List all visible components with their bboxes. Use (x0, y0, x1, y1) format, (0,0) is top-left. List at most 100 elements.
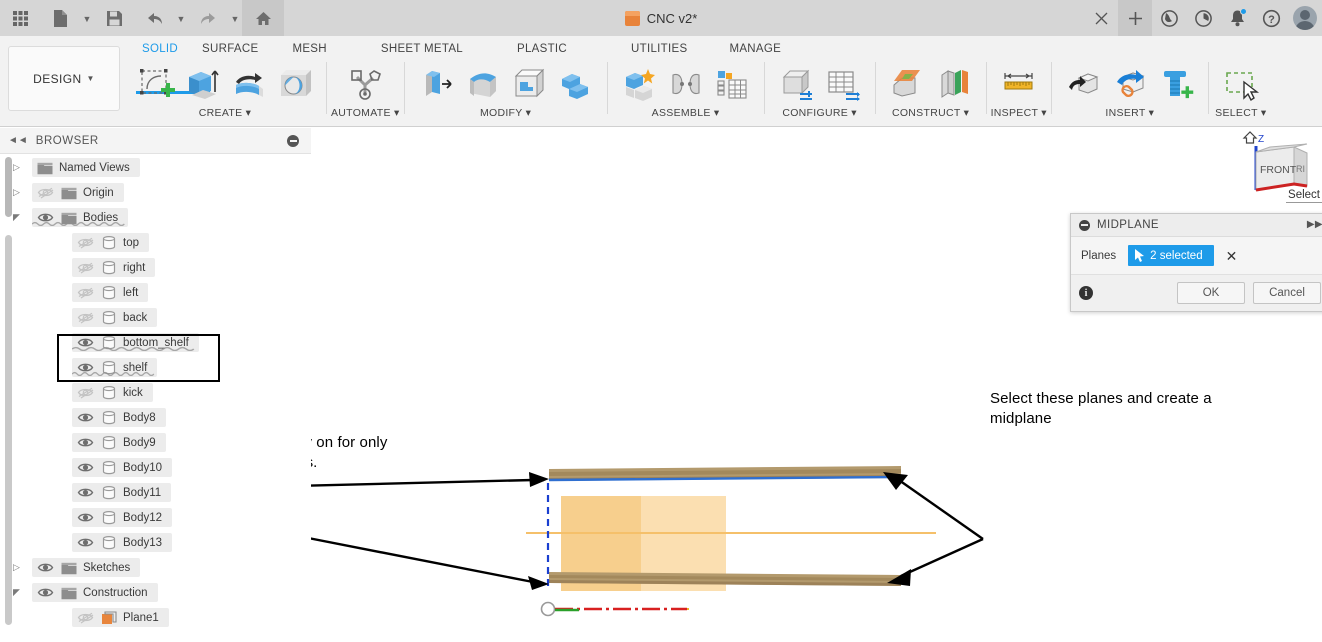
browser-item-body13[interactable]: Body13 (0, 530, 311, 555)
new-component-icon[interactable] (618, 62, 662, 106)
group-label-select[interactable]: SELECT ▾ (1215, 107, 1266, 119)
workspace-switcher[interactable]: DESIGN ▼ (8, 46, 120, 111)
browser-item-plane1[interactable]: Plane1 (0, 605, 311, 630)
eye-visible-icon[interactable] (37, 211, 54, 225)
combine-icon[interactable] (553, 62, 597, 106)
eye-visible-icon[interactable] (77, 411, 94, 425)
browser-item-right[interactable]: right (0, 255, 311, 280)
window-select-icon[interactable] (1219, 62, 1263, 106)
browser-item-back[interactable]: back (0, 305, 311, 330)
eye-visible-icon[interactable] (77, 436, 94, 450)
browser-item-body11[interactable]: Body11 (0, 480, 311, 505)
tab-solid[interactable]: SOLID (130, 38, 190, 60)
insert-fastener-icon[interactable] (1154, 62, 1198, 106)
browser-item-chip[interactable]: Plane1 (72, 608, 169, 627)
group-label-automate[interactable]: AUTOMATE ▾ (331, 107, 400, 119)
joint-icon[interactable] (664, 62, 708, 106)
redo-icon[interactable] (188, 0, 228, 36)
contact-set-icon[interactable] (710, 62, 754, 106)
fillet-icon[interactable] (461, 62, 505, 106)
planes-selection-button[interactable]: 2 selected (1128, 245, 1214, 266)
browser-item-chip[interactable]: Named Views (32, 158, 140, 177)
help-icon[interactable]: ? (1254, 0, 1288, 36)
file-icon[interactable] (40, 0, 80, 36)
info-icon[interactable]: i (1079, 286, 1093, 300)
refresh-icon[interactable] (1152, 0, 1186, 36)
tab-surface[interactable]: SURFACE (190, 38, 270, 60)
disclosure-triangle-icon[interactable]: ◤ (10, 212, 23, 223)
group-label-create[interactable]: CREATE ▾ (199, 107, 251, 119)
group-label-insert[interactable]: INSERT ▾ (1105, 107, 1154, 119)
disclosure-triangle-icon[interactable]: ◤ (10, 587, 23, 598)
extrude-icon[interactable] (180, 62, 224, 106)
browser-item-sketches[interactable]: ▷ Sketches (0, 555, 311, 580)
tab-sheet-metal[interactable]: SHEET METAL (339, 38, 475, 60)
job-status-icon[interactable] (1186, 0, 1220, 36)
tab-mesh[interactable]: MESH (270, 38, 338, 60)
eye-hidden-icon[interactable] (37, 186, 54, 200)
app-grid-icon[interactable] (0, 0, 40, 36)
browser-item-named-views[interactable]: ▷ Named Views (0, 155, 311, 180)
browser-item-body8[interactable]: Body8 (0, 405, 311, 430)
browser-item-chip[interactable]: back (72, 308, 158, 327)
cancel-button[interactable]: Cancel (1253, 282, 1321, 304)
eye-hidden-icon[interactable] (77, 286, 94, 300)
browser-item-chip[interactable]: Body12 (72, 508, 173, 527)
browser-item-construction[interactable]: ◤ Construction (0, 580, 311, 605)
tab-plastic[interactable]: PLASTIC (475, 38, 579, 60)
browser-item-chip[interactable]: Sketches (32, 558, 141, 577)
browser-item-chip[interactable]: Body11 (72, 483, 172, 502)
tab-manage[interactable]: MANAGE (699, 38, 793, 60)
eye-visible-icon[interactable] (77, 511, 94, 525)
browser-item-top[interactable]: top (0, 230, 311, 255)
eye-hidden-icon[interactable] (77, 386, 94, 400)
group-label-modify[interactable]: MODIFY ▾ (480, 107, 531, 119)
eye-hidden-icon[interactable] (77, 311, 94, 325)
minimize-icon[interactable] (287, 135, 299, 147)
undo-icon[interactable] (134, 0, 174, 36)
browser-item-kick[interactable]: kick (0, 380, 311, 405)
browser-item-body12[interactable]: Body12 (0, 505, 311, 530)
undo-dropdown-caret[interactable]: ▼ (174, 0, 188, 36)
shell-icon[interactable] (507, 62, 551, 106)
eye-hidden-icon[interactable] (77, 236, 94, 250)
disclosure-triangle-icon[interactable]: ▷ (10, 162, 23, 173)
account-avatar[interactable] (1288, 0, 1322, 36)
home-icon[interactable] (242, 0, 284, 36)
group-label-assemble[interactable]: ASSEMBLE ▾ (652, 107, 720, 119)
insert-mcmaster-icon[interactable] (1108, 62, 1152, 106)
create-sketch-icon[interactable] (134, 62, 178, 106)
browser-item-chip[interactable]: Construction (32, 583, 158, 602)
eye-hidden-icon[interactable] (77, 261, 94, 275)
midplane-icon[interactable] (932, 62, 976, 106)
disclosure-triangle-icon[interactable]: ▷ (10, 562, 23, 573)
eye-visible-icon[interactable] (37, 561, 54, 575)
browser-item-chip[interactable]: kick (72, 383, 153, 402)
press-pull-icon[interactable] (415, 62, 459, 106)
ok-button[interactable]: OK (1177, 282, 1245, 304)
clear-selection-icon[interactable]: ✕ (1226, 249, 1238, 263)
group-label-inspect[interactable]: INSPECT ▾ (991, 107, 1047, 119)
browser-item-chip[interactable]: Body9 (72, 433, 166, 452)
midplane-dialog[interactable]: MIDPLANE ▶▶ Planes 2 selected ✕ i OK Can… (1070, 213, 1322, 312)
group-label-construct[interactable]: CONSTRUCT ▾ (892, 107, 969, 119)
revolve-icon[interactable] (226, 62, 270, 106)
sphere-icon[interactable] (272, 62, 316, 106)
browser-item-chip[interactable]: Body13 (72, 533, 173, 552)
group-label-configure[interactable]: CONFIGURE ▾ (782, 107, 857, 119)
tab-utilities[interactable]: UTILITIES (579, 38, 699, 60)
browser-item-chip[interactable]: Bodies (32, 208, 129, 227)
browser-item-chip[interactable]: Origin (32, 183, 124, 202)
browser-item-left[interactable]: left (0, 280, 311, 305)
new-tab-icon[interactable] (1118, 0, 1152, 36)
eye-visible-icon[interactable] (77, 461, 94, 475)
insert-derive-icon[interactable] (1062, 62, 1106, 106)
redo-dropdown-caret[interactable]: ▼ (228, 0, 242, 36)
browser-item-origin[interactable]: ▷ Origin (0, 180, 311, 205)
canvas-3d-viewport[interactable] (215, 128, 1322, 642)
close-tab-icon[interactable] (1084, 0, 1118, 36)
notifications-icon[interactable] (1220, 0, 1254, 36)
browser-item-chip[interactable]: right (72, 258, 156, 277)
browser-item-chip[interactable]: left (72, 283, 149, 302)
offset-plane-icon[interactable] (886, 62, 930, 106)
